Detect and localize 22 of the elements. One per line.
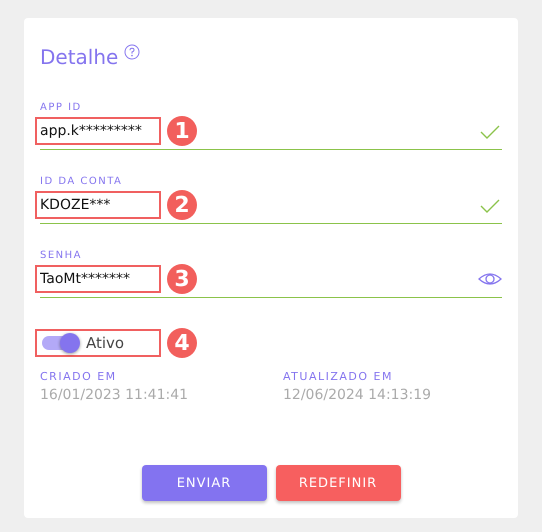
callout-number: 3 [167, 264, 197, 294]
help-icon[interactable] [124, 44, 140, 60]
toggle-switch[interactable] [42, 336, 78, 350]
field-label: ID DA CONTA [40, 176, 124, 188]
submit-button[interactable]: ENVIAR [142, 465, 266, 501]
text-field[interactable]: KDOZE*** 2 [40, 189, 502, 224]
callout-number: 1 [167, 116, 197, 146]
callout-number: 2 [167, 190, 197, 220]
card-title: Detalhe [40, 44, 118, 70]
callout-number: 4 [167, 328, 197, 358]
field-value[interactable]: app.k********* [35, 117, 161, 145]
date-value: 12/06/2024 14:13:19 [283, 386, 432, 405]
field-value[interactable]: KDOZE*** [35, 191, 161, 219]
date-value: 16/01/2023 11:41:41 [40, 386, 190, 405]
field-label: APP ID [40, 102, 83, 114]
toggle-label: Ativo [86, 334, 124, 352]
date-label: ATUALIZADO EM [283, 370, 394, 384]
field-label: SENHA [40, 250, 84, 262]
text-field[interactable]: TaoMt******* 3 [40, 263, 502, 298]
field-value[interactable]: TaoMt******* [35, 265, 161, 293]
date-label: CRIADO EM [40, 370, 118, 384]
text-field[interactable]: app.k********* 1 [40, 115, 502, 150]
